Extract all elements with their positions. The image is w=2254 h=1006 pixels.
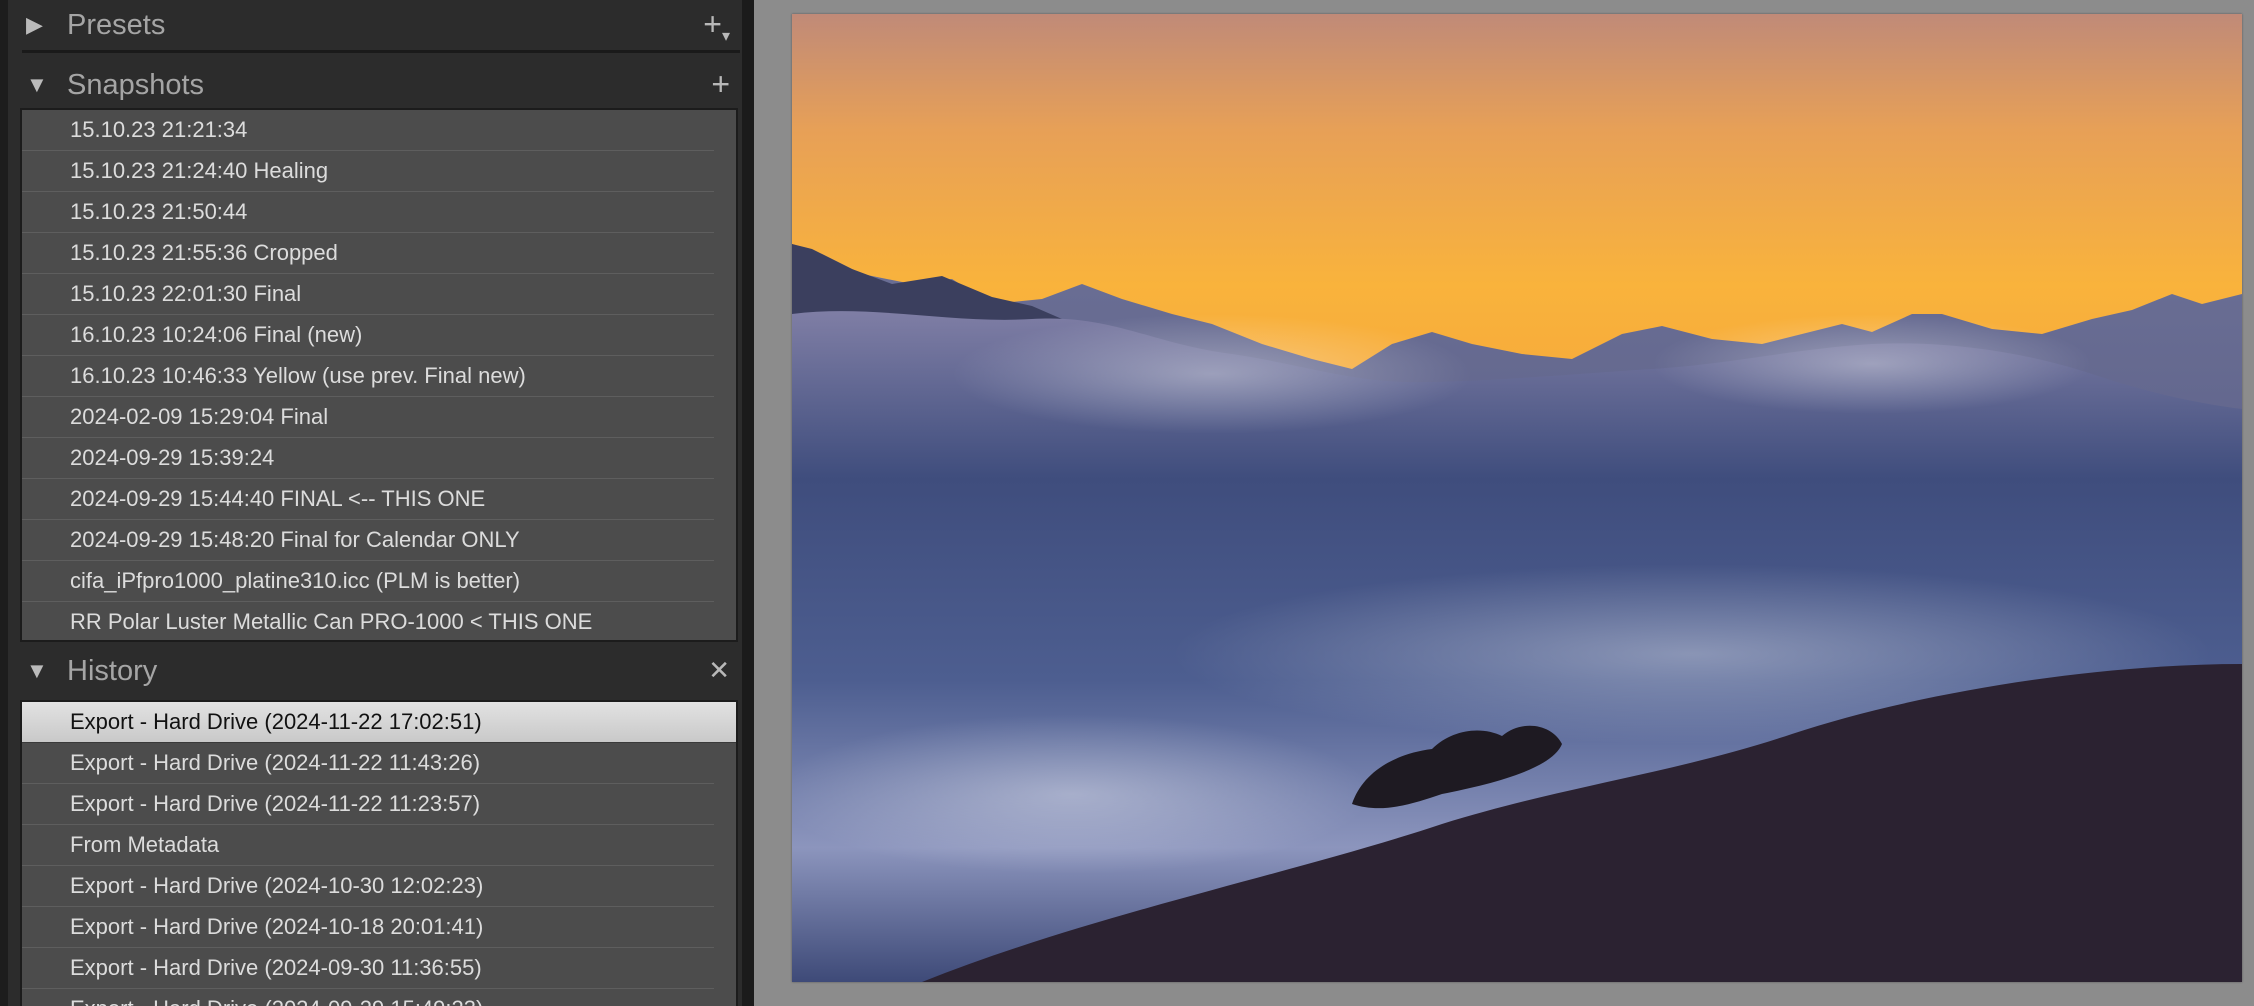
snapshot-item[interactable]: cifa_iPfpro1000_platine310.icc (PLM is b… (22, 561, 714, 602)
presets-title: Presets (67, 9, 166, 41)
history-item[interactable]: From Metadata (22, 825, 714, 866)
snapshot-label: 15.10.23 21:21:34 (70, 117, 248, 142)
history-panel-header[interactable]: ▼ History ✕ (14, 646, 742, 698)
snapshot-label: RR Polar Luster Metallic Can PRO-1000 < … (70, 609, 593, 634)
snapshot-label: 16.10.23 10:46:33 Yellow (use prev. Fina… (70, 363, 526, 388)
triangle-down-icon[interactable]: ▼ (26, 660, 48, 682)
history-label: Export - Hard Drive (2024-10-30 12:02:23… (70, 873, 484, 898)
history-title: History (67, 655, 158, 687)
history-item[interactable]: Export - Hard Drive (2024-09-29 15:49:23… (22, 989, 714, 1006)
snapshot-label: 2024-09-29 15:39:24 (70, 445, 275, 470)
snapshot-item[interactable]: 15.10.23 21:55:36 Cropped (22, 233, 714, 274)
snapshot-label: 16.10.23 10:24:06 Final (new) (70, 322, 363, 347)
history-label: From Metadata (70, 832, 220, 857)
snapshot-item[interactable]: 16.10.23 10:46:33 Yellow (use prev. Fina… (22, 356, 714, 397)
snapshot-item[interactable]: 15.10.23 21:21:34 (22, 110, 714, 151)
history-label: Export - Hard Drive (2024-09-30 11:36:55… (70, 955, 482, 980)
history-list: Export - Hard Drive (2024-11-22 17:02:51… (20, 700, 738, 1006)
develop-left-panel: ▶ Presets +▾ ▼ Snapshots + 15.10.23 21:2… (0, 0, 754, 1006)
snapshot-label: 15.10.23 21:55:36 Cropped (70, 240, 338, 265)
snapshot-label: 2024-02-09 15:29:04 Final (70, 404, 329, 429)
panel-edge (0, 0, 8, 1006)
triangle-down-icon[interactable]: ▼ (26, 74, 48, 96)
snapshot-label: 15.10.23 21:24:40 Healing (70, 158, 329, 183)
snapshot-item[interactable]: 2024-09-29 15:48:20 Final for Calendar O… (22, 520, 714, 561)
clear-history-icon[interactable]: ✕ (708, 654, 730, 686)
snapshot-item[interactable]: 2024-09-29 15:39:24 (22, 438, 714, 479)
snapshot-item[interactable]: RR Polar Luster Metallic Can PRO-1000 < … (22, 602, 714, 640)
snapshots-panel-header[interactable]: ▼ Snapshots + (14, 60, 742, 112)
history-label: Export - Hard Drive (2024-11-22 11:43:26… (70, 750, 481, 775)
add-preset-icon[interactable]: +▾ (703, 8, 730, 53)
snapshot-item[interactable]: 2024-09-29 15:44:40 FINAL <-- THIS ONE (22, 479, 714, 520)
history-item[interactable]: Export - Hard Drive (2024-10-18 20:01:41… (22, 907, 714, 948)
snapshot-label: 15.10.23 21:50:44 (70, 199, 248, 224)
history-label: Export - Hard Drive (2024-11-22 17:02:51… (70, 709, 482, 734)
snapshot-item[interactable]: 15.10.23 21:50:44 (22, 192, 714, 233)
history-label: Export - Hard Drive (2024-10-18 20:01:41… (70, 914, 484, 939)
history-item[interactable]: Export - Hard Drive (2024-11-22 11:23:57… (22, 784, 714, 825)
history-label: Export - Hard Drive (2024-11-22 11:23:57… (70, 791, 481, 816)
snapshots-list: 15.10.23 21:21:34 15.10.23 21:24:40 Heal… (20, 108, 738, 642)
photo-preview[interactable] (792, 14, 2242, 982)
presets-panel-header[interactable]: ▶ Presets +▾ (14, 0, 742, 52)
add-snapshot-icon[interactable]: + (711, 68, 730, 100)
snapshot-item[interactable]: 2024-02-09 15:29:04 Final (22, 397, 714, 438)
panel-divider[interactable] (742, 0, 754, 1006)
history-item[interactable]: Export - Hard Drive (2024-10-30 12:02:23… (22, 866, 714, 907)
triangle-right-icon[interactable]: ▶ (26, 14, 43, 36)
snapshot-item[interactable]: 15.10.23 22:01:30 Final (22, 274, 714, 315)
landscape-image (792, 14, 2242, 982)
history-item[interactable]: Export - Hard Drive (2024-09-30 11:36:55… (22, 948, 714, 989)
snapshot-label: 2024-09-29 15:44:40 FINAL <-- THIS ONE (70, 486, 486, 511)
snapshot-label: 15.10.23 22:01:30 Final (70, 281, 302, 306)
presets-divider (22, 50, 740, 53)
snapshot-item[interactable]: 16.10.23 10:24:06 Final (new) (22, 315, 714, 356)
snapshot-label: 2024-09-29 15:48:20 Final for Calendar O… (70, 527, 520, 552)
snapshot-item[interactable]: 15.10.23 21:24:40 Healing (22, 151, 714, 192)
history-label: Export - Hard Drive (2024-09-29 15:49:23… (70, 997, 483, 1006)
snapshots-title: Snapshots (67, 69, 205, 101)
history-item[interactable]: Export - Hard Drive (2024-11-22 11:43:26… (22, 743, 714, 784)
snapshot-label: cifa_iPfpro1000_platine310.icc (PLM is b… (70, 568, 521, 593)
history-item-selected[interactable]: Export - Hard Drive (2024-11-22 17:02:51… (22, 702, 736, 743)
